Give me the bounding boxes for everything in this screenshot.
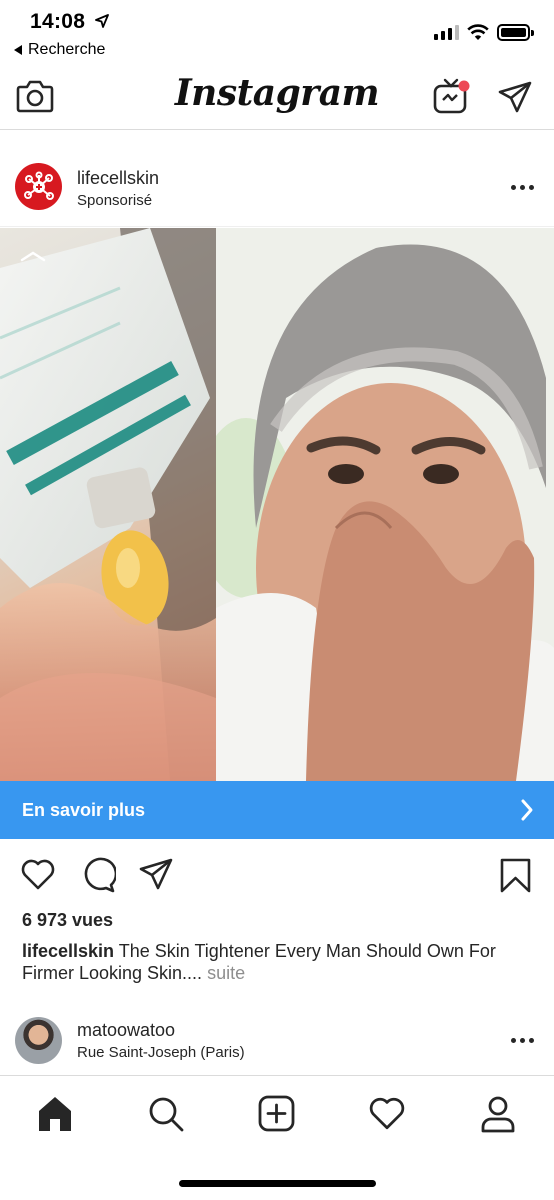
post-username[interactable]: lifecellskin [77,168,159,189]
back-link-label: Recherche [28,41,106,58]
post-caption: lifecellskin The Skin Tightener Every Ma… [22,940,532,984]
chevron-right-icon [521,799,533,821]
igtv-icon[interactable] [432,76,472,116]
learn-more-button[interactable]: En savoir plus [0,781,554,839]
profile-icon[interactable] [480,1095,516,1133]
back-to-search-link[interactable]: Recherche [14,41,105,59]
next-post-location[interactable]: Rue Saint-Joseph (Paris) [77,1044,245,1061]
caption-more-link[interactable]: suite [202,963,245,983]
avatar[interactable] [15,163,62,210]
like-icon[interactable] [20,857,56,891]
sponsored-label: Sponsorisé [77,192,153,209]
next-post-options-icon[interactable] [511,1038,534,1043]
status-time: 14:08 [30,10,86,33]
post-header: lifecellskin Sponsorisé [0,131,554,227]
app-header: Instagram [0,66,554,130]
comment-icon[interactable] [80,857,116,893]
ointment-tube-image [0,228,216,781]
next-post-username[interactable]: matoowatoo [77,1020,175,1041]
home-icon[interactable] [37,1095,73,1133]
notification-dot [458,80,470,92]
post-options-icon[interactable] [511,185,534,190]
activity-icon[interactable] [368,1095,406,1131]
home-indicator[interactable] [179,1180,376,1187]
view-count: 6 973 vues [22,910,114,930]
new-post-icon[interactable] [258,1095,295,1132]
share-icon[interactable] [138,857,174,891]
post-video[interactable] [0,228,554,781]
avatar[interactable] [15,1017,62,1064]
bookmark-icon[interactable] [500,858,532,894]
collapse-chevron-icon[interactable] [20,250,46,262]
back-triangle-icon [14,45,22,55]
status-bar: 14:08 Recherche [0,0,554,66]
search-icon[interactable] [147,1095,185,1133]
man-applying-cream-image [216,228,554,781]
next-post-header: matoowatoo Rue Saint-Joseph (Paris) [0,1000,554,1076]
wifi-icon [467,24,489,40]
battery-icon [497,24,534,41]
location-arrow-icon [95,14,109,28]
brand-logo-icon [23,171,54,200]
learn-more-label: En savoir plus [22,800,146,820]
signal-bars-icon [434,25,459,40]
caption-username[interactable]: lifecellskin [22,941,114,961]
direct-message-icon[interactable] [497,80,533,114]
